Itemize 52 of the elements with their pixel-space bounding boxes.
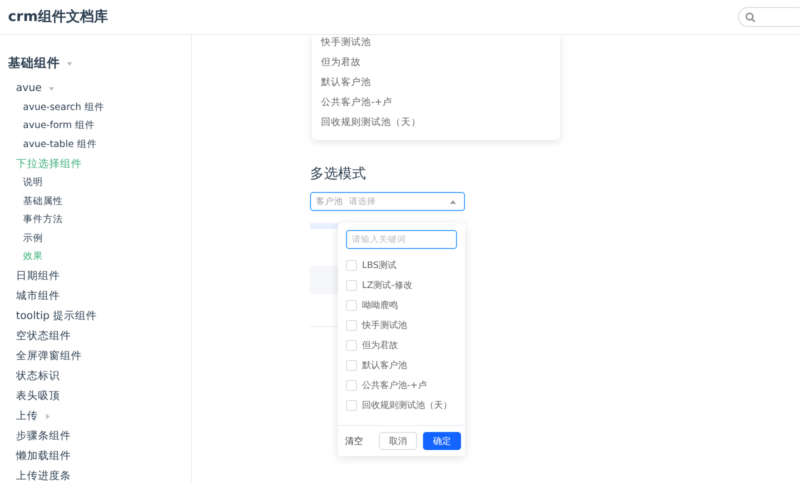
sidebar-item[interactable]: avue [16, 82, 42, 94]
search-field[interactable] [738, 7, 800, 27]
confirm-button[interactable]: 确定 [423, 432, 461, 450]
sidebar-item[interactable]: 示例 [23, 232, 43, 245]
checkbox[interactable] [346, 300, 357, 310]
sidebar-item[interactable]: avue-table 组件 [23, 138, 97, 151]
option-label: LBS测试 [362, 260, 397, 272]
sidebar-item[interactable]: 上传 [16, 409, 38, 423]
dropdown-option[interactable]: 快手测试池 [312, 36, 560, 56]
keyword-input[interactable]: 请输入关键词 [346, 230, 457, 249]
sidebar-item[interactable]: 空状态组件 [16, 329, 71, 343]
sidebar-item[interactable]: avue-form 组件 [23, 119, 95, 132]
sidebar-item[interactable]: 事件方法 [23, 213, 63, 226]
option-label: 默认客户池 [362, 360, 407, 372]
sidebar-item[interactable]: 日期组件 [16, 269, 60, 283]
select-placeholder: 请选择 [349, 196, 377, 208]
checkbox[interactable] [346, 380, 357, 390]
site-title[interactable]: crm组件文档库 [8, 8, 108, 26]
cancel-button[interactable]: 取消 [379, 432, 417, 450]
dropdown-option[interactable]: 但为君故 [312, 56, 560, 76]
sidebar-item[interactable]: 上传进度条 [16, 469, 71, 483]
option-label: 回收规则测试池（天） [362, 400, 452, 412]
checkbox[interactable] [346, 320, 357, 330]
sidebar-item[interactable]: 基础属性 [23, 194, 63, 208]
sidebar-item[interactable]: avue-search 组件 [23, 100, 104, 114]
sidebar-item[interactable]: 懒加载组件 [16, 449, 71, 463]
clear-button[interactable]: 清空 [345, 432, 363, 450]
sidebar-group-title[interactable]: 基础组件 [8, 55, 60, 72]
sidebar-item[interactable]: 全屏弹窗组件 [16, 349, 82, 363]
sidebar-item[interactable]: 说明 [23, 176, 43, 190]
checkbox[interactable] [346, 340, 357, 350]
checkbox[interactable] [346, 280, 357, 290]
sidebar-item[interactable]: 城市组件 [16, 289, 60, 303]
option-label: 呦呦鹿鸣 [362, 300, 398, 312]
caret-icon [450, 200, 456, 204]
dropdown-option[interactable]: 公共客户池-+卢 [312, 96, 560, 116]
search-icon [745, 12, 756, 22]
dropdown-option[interactable]: 默认客户池 [312, 76, 560, 96]
section-heading: 多选模式 [310, 165, 367, 184]
sidebar-item[interactable]: 表头吸顶 [16, 389, 60, 403]
select-label: 客户池 [316, 196, 343, 208]
checkbox[interactable] [346, 260, 357, 270]
option-label: 公共客户池-+卢 [362, 380, 427, 392]
sidebar-item[interactable]: tooltip 提示组件 [16, 309, 97, 323]
dropdown-option[interactable]: 回收规则测试池（天） [312, 116, 560, 136]
checkbox[interactable] [346, 400, 357, 410]
option-label: LZ测试-修改 [362, 280, 412, 292]
sidebar-item[interactable]: 步骤条组件 [16, 429, 71, 443]
checkbox[interactable] [346, 360, 357, 370]
sidebar-item[interactable]: 状态标识 [16, 369, 60, 383]
option-label: 但为君故 [362, 340, 398, 352]
option-label: 快手测试池 [362, 320, 407, 332]
